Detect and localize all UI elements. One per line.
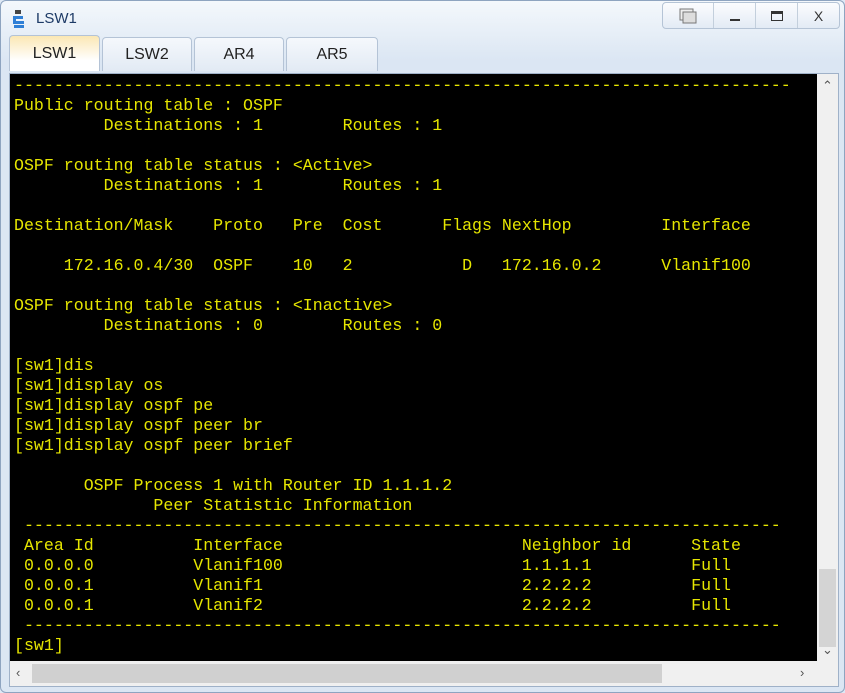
terminal-line: OSPF Process 1 with Router ID 1.1.1.2: [14, 476, 453, 495]
terminal-line: Area Id Interface Neighbor id State: [14, 536, 741, 555]
terminal-line: Peer Statistic Information: [14, 496, 413, 515]
vertical-scrollbar[interactable]: ⌃ ⌄: [817, 74, 838, 661]
close-button[interactable]: X: [797, 3, 839, 28]
windows-icon: [679, 8, 697, 23]
minimize-icon: [729, 18, 740, 21]
scroll-up-icon[interactable]: ⌃: [822, 78, 833, 94]
horizontal-scrollbar[interactable]: ‹ ›: [10, 661, 838, 686]
tab-ar4[interactable]: AR4: [194, 37, 284, 71]
minimize-button[interactable]: [713, 3, 755, 28]
terminal-line: OSPF routing table status : <Inactive>: [14, 296, 393, 315]
terminal-line: 0.0.0.1 Vlanif2 2.2.2.2 Full: [14, 596, 731, 615]
horizontal-scroll-thumb[interactable]: [32, 664, 662, 683]
switch-app-icon: [13, 10, 24, 28]
maximize-button[interactable]: [755, 3, 797, 28]
restore-all-button[interactable]: [663, 3, 713, 28]
terminal-line: ----------------------------------------…: [14, 516, 781, 535]
terminal-line: Destinations : 0 Routes : 0: [14, 316, 443, 335]
terminal-line: [sw1]display ospf pe: [14, 396, 214, 415]
terminal-panel: ----------------------------------------…: [9, 73, 839, 687]
terminal-line: [sw1]display ospf peer br: [14, 416, 263, 435]
window-title: LSW1: [36, 10, 77, 27]
terminal-line: 172.16.0.4/30 OSPF 10 2 D 172.16.0.2 Vla…: [14, 256, 751, 275]
terminal-line: 0.0.0.0 Vlanif100 1.1.1.1 Full: [14, 556, 731, 575]
terminal-line: Public routing table : OSPF: [14, 96, 283, 115]
terminal-line: Destinations : 1 Routes : 1: [14, 116, 443, 135]
terminal-output: ----------------------------------------…: [14, 76, 791, 656]
terminal-line: [sw1]: [14, 636, 64, 655]
terminal-line: 0.0.0.1 Vlanif1 2.2.2.2 Full: [14, 576, 731, 595]
scroll-right-icon[interactable]: ›: [800, 665, 804, 680]
scroll-left-icon[interactable]: ‹: [16, 665, 20, 680]
terminal-line: OSPF routing table status : <Active>: [14, 156, 373, 175]
title-bar[interactable]: LSW1 X: [1, 1, 844, 35]
terminal-line: Destination/Mask Proto Pre Cost Flags Ne…: [14, 216, 751, 235]
scroll-down-icon[interactable]: ⌄: [822, 642, 833, 658]
tab-lsw1[interactable]: LSW1: [9, 35, 100, 71]
terminal-screen[interactable]: ----------------------------------------…: [10, 74, 817, 661]
terminal-line: [sw1]display os: [14, 376, 164, 395]
tab-ar5[interactable]: AR5: [286, 37, 378, 71]
vertical-scroll-thumb[interactable]: [819, 569, 836, 647]
terminal-window: LSW1 X LSW1 LSW2 AR4 AR5 ---------------…: [0, 0, 845, 693]
terminal-line: [sw1]display ospf peer brief: [14, 436, 293, 455]
tab-lsw2[interactable]: LSW2: [102, 37, 192, 71]
terminal-line: ----------------------------------------…: [14, 616, 781, 635]
terminal-line: [sw1]dis: [14, 356, 94, 375]
maximize-icon: [770, 10, 783, 21]
terminal-line: ----------------------------------------…: [14, 76, 791, 95]
terminal-line: Destinations : 1 Routes : 1: [14, 176, 443, 195]
